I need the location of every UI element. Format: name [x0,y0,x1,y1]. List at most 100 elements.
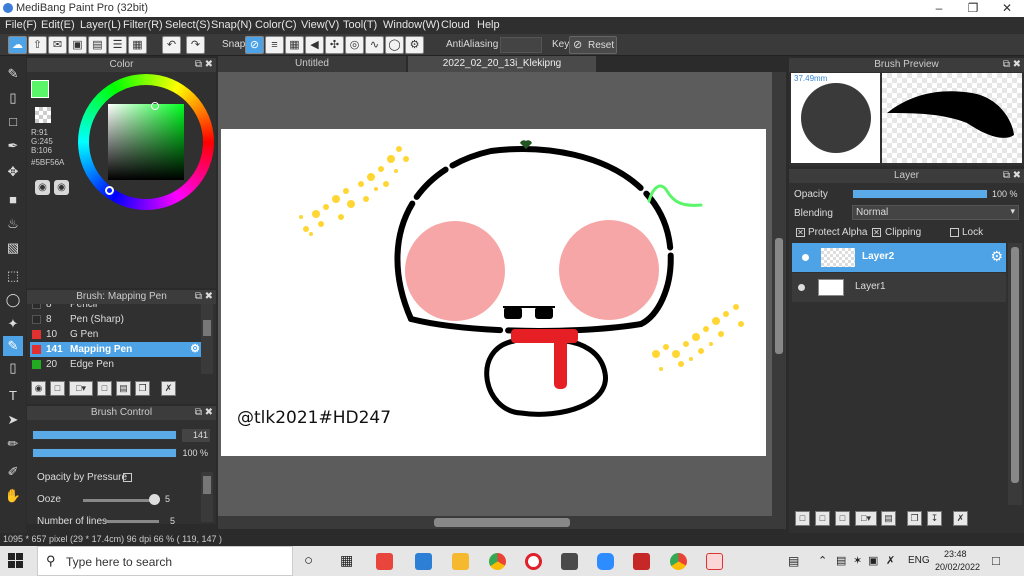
close-panel-icon[interactable]: ✖ [205,406,213,420]
close-window-button[interactable]: ✕ [990,0,1024,17]
snap-perspective-icon[interactable]: ◀ [305,36,324,54]
lasso-tool-icon[interactable]: ◯ [3,290,23,310]
gear-icon[interactable]: ⚙ [190,342,200,357]
hue-handle[interactable] [105,186,114,195]
windows-start-icon[interactable] [8,553,24,569]
close-panel-icon[interactable]: ✖ [205,58,213,72]
add-brush-icon[interactable]: ◉ [31,381,46,396]
camera-app-icon[interactable] [561,553,578,570]
drawing-canvas[interactable]: @tlk2021#HD247 [221,129,766,456]
menu-file[interactable]: File(F) [5,19,37,31]
language-indicator[interactable]: ENG [908,555,930,566]
eraser-tool-icon[interactable]: ▯ [3,88,23,108]
reset-button[interactable]: ⊘ Reset [569,36,617,54]
brush-list-scrollbar[interactable] [201,304,213,374]
clock-date[interactable]: 20/02/2022 [935,562,980,572]
volume-muted-icon[interactable]: ✗ [886,554,895,567]
foreground-color-swatch[interactable] [31,80,49,98]
brush-tool-icon[interactable]: ✎ [3,64,23,84]
cloud-icon[interactable]: ☁ [8,36,27,54]
divide-tool-icon[interactable]: ✏ [3,434,23,454]
zoom-icon[interactable] [597,553,614,570]
brush-item-selected[interactable]: 141 Mapping Pen ⚙ [30,342,203,357]
medibang-icon[interactable] [706,553,723,570]
operation-tool-icon[interactable]: ➤ [3,410,23,430]
eyedropper-tool-icon[interactable]: ✐ [3,462,23,482]
layer-opacity-slider[interactable] [852,189,988,199]
brush-add-menu-icon[interactable]: □▾ [69,381,93,396]
close-panel-icon[interactable]: ✖ [205,290,213,304]
copy-brush-icon[interactable]: □ [97,381,112,396]
gear-icon[interactable]: ⚙ [990,248,1003,265]
restore-button[interactable]: ❐ [956,0,990,17]
hand-tool-icon[interactable]: ✋ [3,486,23,506]
menu-window[interactable]: Window(W) [383,19,440,31]
layer-row-selected[interactable]: Layer2 ⚙ [792,243,1006,272]
menu-help[interactable]: Help [477,19,500,31]
antialias-level-field[interactable] [500,37,542,53]
color-picker-handle[interactable] [151,102,159,110]
chrome-profile-icon[interactable] [670,553,687,570]
brush-control-scrollbar[interactable] [201,472,213,522]
clipping-checkbox[interactable]: ✕ [872,228,881,237]
snap-ellipse-icon[interactable]: ◯ [385,36,404,54]
folder-icon[interactable]: ▤ [881,511,896,526]
close-panel-icon[interactable]: ✖ [1013,58,1021,72]
brush-opacity-value[interactable]: 100 % [182,447,210,460]
transparent-color-swatch[interactable] [35,107,51,123]
brush-item[interactable]: 8 Pencil [30,304,203,312]
minimize-button[interactable]: – [922,0,956,17]
share-icon[interactable]: ⇧ [28,36,47,54]
lock-checkbox[interactable] [950,228,959,237]
list-icon[interactable]: ☰ [108,36,127,54]
color-history-icon[interactable]: ◉ [54,180,69,195]
canvas-vertical-scrollbar[interactable] [772,72,786,516]
undock-icon[interactable]: ⧉ [195,290,202,304]
magic-wand-tool-icon[interactable]: ✦ [3,314,23,334]
canvas-horizontal-scrollbar[interactable] [218,516,786,529]
ooze-slider[interactable] [83,499,157,502]
opacity-pressure-checkbox[interactable] [123,473,132,482]
visibility-icon[interactable] [802,254,809,261]
explorer-app-icon[interactable] [415,553,432,570]
new-halftone-layer-icon[interactable]: □ [815,511,830,526]
new-layer-icon[interactable]: □ [795,511,810,526]
menu-edit[interactable]: Edit(E) [41,19,75,31]
ooze-slider-handle[interactable] [149,494,160,505]
widgets-icon[interactable]: ▦ [340,552,353,569]
wps-icon[interactable] [376,553,393,570]
menu-tool[interactable]: Tool(T) [343,19,377,31]
blending-select[interactable]: Normal ▾ [852,205,1019,220]
layer-row[interactable]: Layer1 [792,273,1006,302]
document-icon[interactable]: ▤ [88,36,107,54]
new-brush-icon[interactable]: □ [50,381,65,396]
saturation-value-square[interactable] [108,104,184,180]
battery-icon[interactable]: ▣ [868,554,878,567]
close-panel-icon[interactable]: ✖ [1013,169,1021,183]
trash-icon[interactable]: ✗ [161,381,176,396]
snap-curve-icon[interactable]: ∿ [365,36,384,54]
meet-now-icon[interactable]: ▤ [788,554,799,568]
tab-untitled[interactable]: Untitled [218,56,406,72]
snap-off-icon[interactable]: ⊘ [245,36,264,54]
app-icon[interactable] [633,553,650,570]
bucket-tool-icon[interactable]: ♨ [3,214,23,234]
menu-cloud[interactable]: Cloud [441,19,470,31]
chrome-icon[interactable] [489,553,506,570]
merge-down-icon[interactable]: ↧ [927,511,942,526]
palette-icon[interactable]: ◉ [35,180,50,195]
brush-item[interactable]: 20 Edge Pen [30,357,203,372]
network-icon[interactable]: ▤ [836,554,846,567]
snap-radial-icon[interactable]: ✣ [325,36,344,54]
undock-icon[interactable]: ⧉ [195,406,202,420]
brush-size-slider[interactable] [32,430,177,440]
snap-circle-icon[interactable]: ◎ [345,36,364,54]
snap-settings-icon[interactable]: ⚙ [405,36,424,54]
snap-parallel-icon[interactable]: ≡ [265,36,284,54]
duplicate-icon[interactable]: ❐ [135,381,150,396]
visibility-icon[interactable] [798,284,805,291]
undock-icon[interactable]: ⧉ [1003,169,1010,183]
lines-slider[interactable] [105,520,159,523]
chevron-up-icon[interactable]: ⌃ [818,554,827,567]
move-tool-icon[interactable]: ✥ [3,162,23,182]
